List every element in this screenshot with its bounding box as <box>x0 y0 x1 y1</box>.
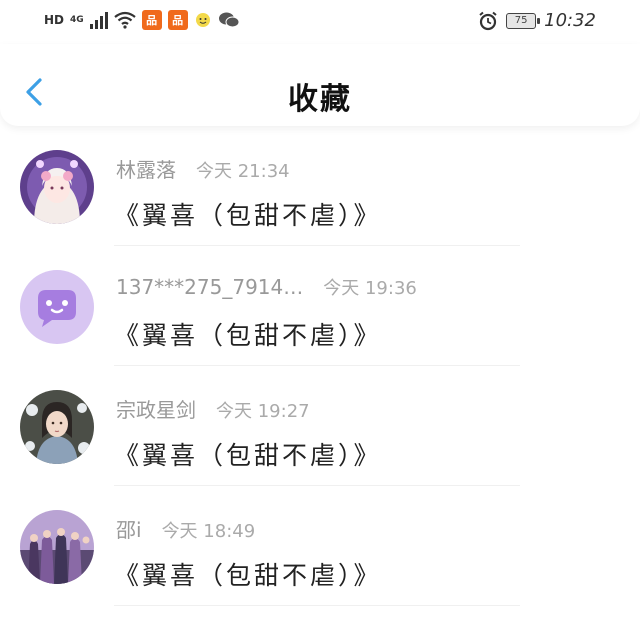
item-meta: 宗政星剑 今天 19:27 <box>116 394 310 423</box>
book-title[interactable]: 《翼喜（包甜不虐）》 <box>114 316 382 352</box>
status-left: HD 4G 品 品 <box>44 10 240 30</box>
app-notification-icon: 品 <box>141 10 162 30</box>
network-type: 4G <box>70 14 84 25</box>
signal-icon <box>89 11 108 29</box>
book-title[interactable]: 《翼喜（包甜不虐）》 <box>114 436 382 472</box>
battery-icon: 75 <box>506 12 541 29</box>
avatar[interactable] <box>20 270 94 344</box>
divider <box>114 605 520 606</box>
page-title: 收藏 <box>288 82 352 117</box>
hd-indicator: HD <box>44 13 65 27</box>
item-meta: 邵i 今天 18:49 <box>116 514 255 543</box>
timestamp: 今天 19:27 <box>216 401 310 422</box>
list-item[interactable]: 林露落 今天 21:34 《翼喜（包甜不虐）》 <box>0 126 640 246</box>
app-notification-icon: 品 <box>167 10 188 30</box>
status-bar: HD 4G 品 品 75 10:32 <box>0 0 640 44</box>
wifi-icon <box>113 11 136 29</box>
username: 邵i <box>116 518 142 542</box>
timestamp: 今天 21:34 <box>196 161 290 182</box>
wechat-icon <box>218 12 240 28</box>
book-title[interactable]: 《翼喜（包甜不虐）》 <box>114 556 382 592</box>
favorites-list: 林露落 今天 21:34 《翼喜（包甜不虐）》 137***275_7914… … <box>0 126 640 606</box>
username: 宗政星剑 <box>116 398 196 422</box>
list-item[interactable]: 137***275_7914… 今天 19:36 《翼喜（包甜不虐）》 <box>0 246 640 366</box>
status-right: 75 10:32 <box>478 10 596 31</box>
book-title[interactable]: 《翼喜（包甜不虐）》 <box>114 196 382 232</box>
avatar[interactable] <box>20 390 94 464</box>
username: 137***275_7914… <box>116 275 304 299</box>
timestamp: 今天 19:36 <box>323 278 417 299</box>
alarm-icon <box>479 11 497 30</box>
avatar[interactable] <box>20 150 94 224</box>
avatar[interactable] <box>20 510 94 584</box>
item-meta: 林露落 今天 21:34 <box>116 154 290 183</box>
emoji-app-icon <box>195 13 210 27</box>
nav-header: 收藏 <box>0 44 640 126</box>
clock: 10:32 <box>544 10 596 31</box>
timestamp: 今天 18:49 <box>161 521 256 542</box>
list-item[interactable]: 邵i 今天 18:49 《翼喜（包甜不虐）》 <box>0 486 640 606</box>
item-meta: 137***275_7914… 今天 19:36 <box>116 274 417 300</box>
username: 林露落 <box>116 158 176 182</box>
list-item[interactable]: 宗政星剑 今天 19:27 《翼喜（包甜不虐）》 <box>0 366 640 486</box>
